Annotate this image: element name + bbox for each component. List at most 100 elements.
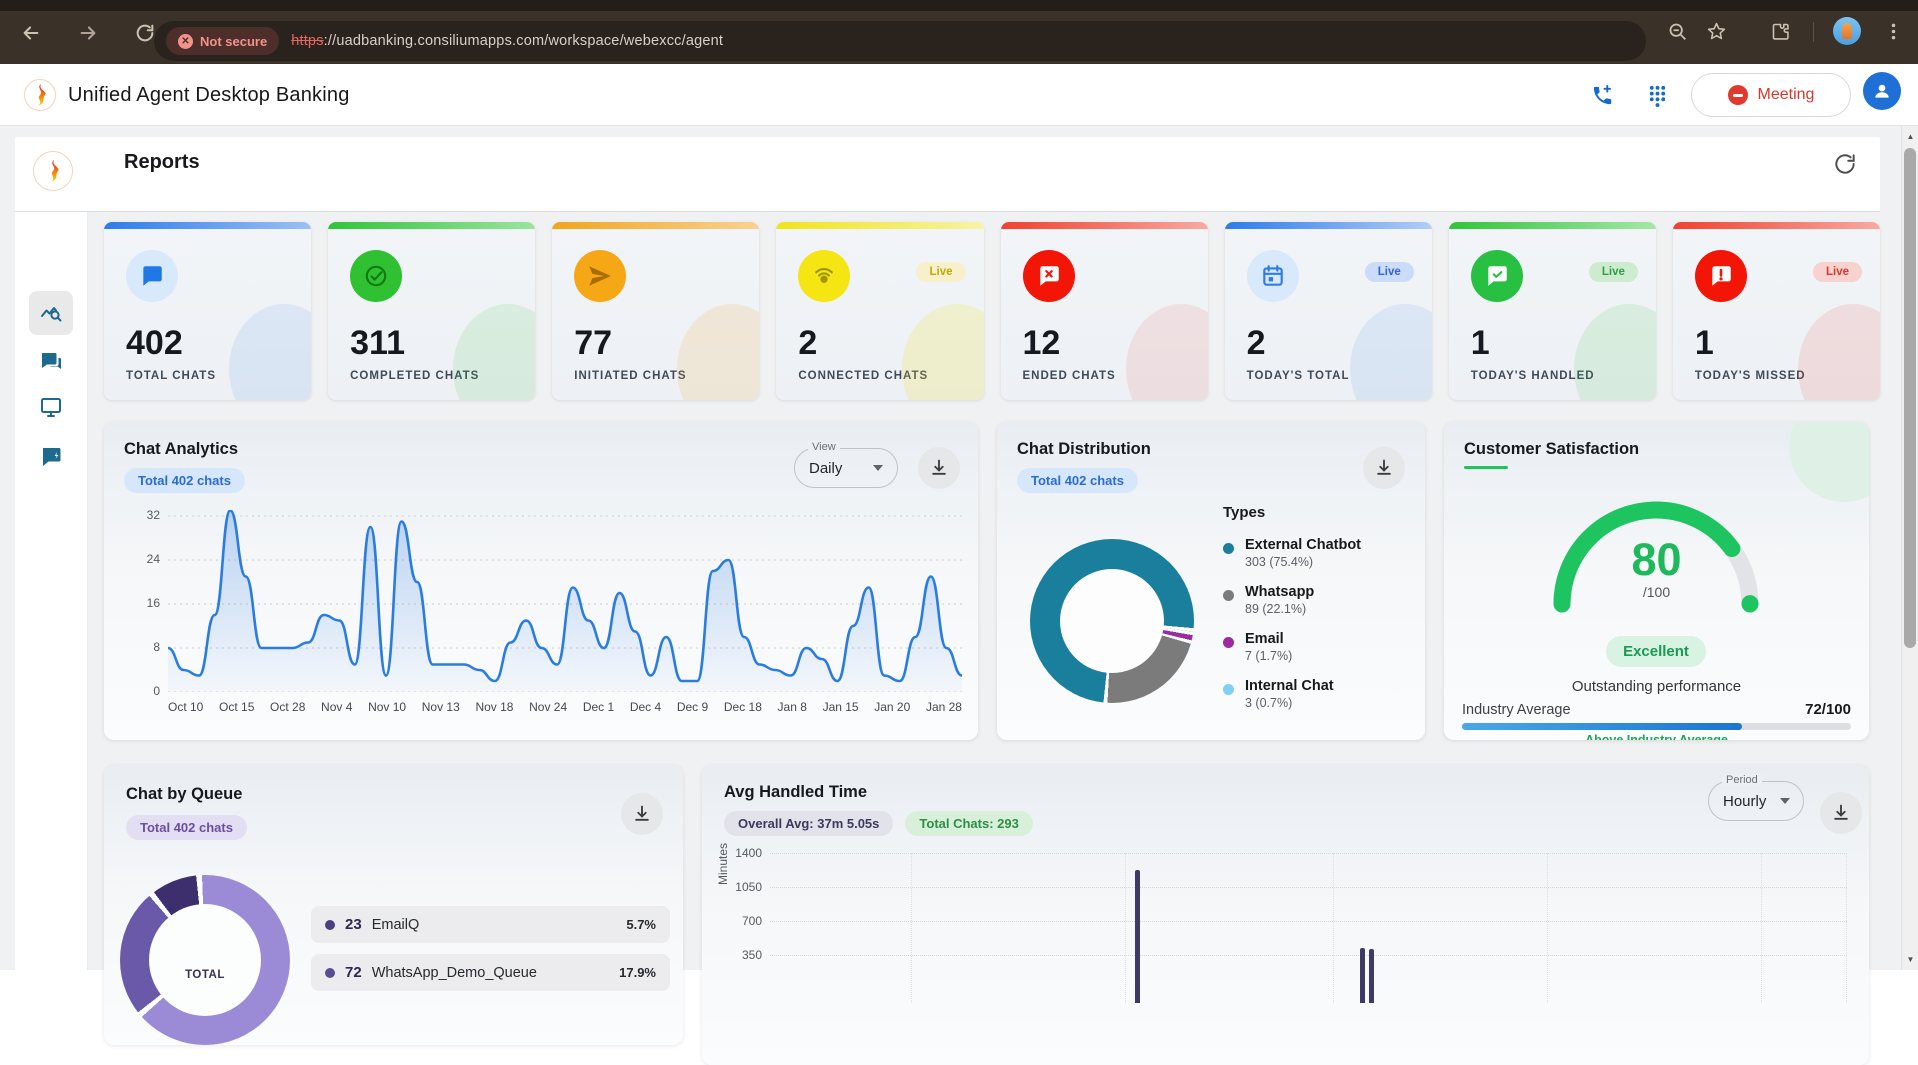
queue-percent: 17.9% [619, 965, 656, 980]
y-tick-label: 1050 [716, 880, 762, 894]
stat-value: 2 [798, 324, 817, 363]
legend-value: 303 (75.4%) [1245, 555, 1413, 569]
workspace: Reports 402TOTAL CHATS311COMPLETED CHATS… [0, 126, 1918, 970]
monitor-icon [39, 395, 63, 419]
panel-title: Chat Analytics [124, 440, 238, 459]
browser-profile-avatar[interactable] [1833, 17, 1861, 45]
stat-label: TODAY'S MISSED [1695, 370, 1806, 382]
app-header: Unified Agent Desktop Banking Meeting [0, 64, 1918, 126]
panel-title: Chat Distribution [1017, 440, 1151, 459]
panel-title: Avg Handled Time [724, 783, 867, 802]
chat-analytics-panel: Chat Analytics Total 402 chats View Dail… [104, 422, 978, 740]
panel-title: Chat by Queue [126, 785, 242, 804]
extensions-icon[interactable] [1770, 21, 1791, 42]
zoom-icon[interactable] [1667, 21, 1688, 42]
x-tick-label: Jan 28 [926, 700, 962, 714]
queue-name: WhatsApp_Demo_Queue [372, 965, 537, 981]
legend-dot [325, 920, 335, 930]
sidebar-logo-flame-icon [33, 151, 73, 191]
sidebar [15, 212, 88, 970]
total-chats-badge: Total 402 chats [126, 815, 247, 840]
chat-by-queue-panel: Chat by Queue Total 402 chats TOTAL 23Em… [104, 765, 683, 1045]
download-button[interactable] [918, 447, 960, 489]
total-chats-badge: Total 402 chats [124, 468, 245, 493]
not-secure-badge[interactable]: ✕ Not secure [166, 27, 279, 55]
card-accent-bar [1449, 222, 1656, 229]
card-accent-bar [552, 222, 759, 229]
agent-profile-button[interactable] [1863, 72, 1901, 110]
call-add-icon[interactable] [1591, 84, 1614, 107]
chat-flash-icon [39, 445, 63, 469]
scroll-up-icon[interactable]: ▲ [1902, 128, 1918, 145]
stat-value: 311 [350, 324, 405, 363]
donut-center-label: TOTAL [185, 969, 225, 981]
stat-value: 2 [1247, 324, 1266, 363]
legend-item: Whatsapp 89 (22.1%) [1223, 584, 1413, 616]
browser-menu-icon[interactable] [1883, 21, 1904, 42]
scroll-down-icon[interactable]: ▼ [1902, 951, 1918, 968]
reload-icon[interactable] [134, 22, 156, 44]
card-decoration [677, 304, 759, 400]
x-tick-label: Oct 28 [270, 700, 305, 714]
x-tick-label: Dec 1 [583, 700, 614, 714]
view-select-value: Daily [809, 460, 842, 477]
y-tick-label: 1400 [716, 846, 762, 860]
y-tick-label: 0 [120, 684, 160, 698]
forward-icon[interactable] [77, 22, 99, 44]
x-tick-label: Dec 18 [724, 700, 762, 714]
address-bar[interactable]: ✕ Not secure https://uadbanking.consiliu… [154, 21, 1646, 61]
queue-count: 72 [345, 964, 362, 981]
y-tick-label: 350 [716, 948, 762, 962]
view-select[interactable]: View Daily [794, 448, 898, 488]
download-icon [929, 458, 949, 478]
download-button[interactable] [1363, 447, 1405, 489]
page-scrollbar[interactable]: ▲ ▼ [1901, 126, 1918, 970]
bookmark-star-icon[interactable] [1706, 21, 1727, 42]
legend-value: 7 (1.7%) [1245, 649, 1413, 663]
sidebar-item-monitor[interactable] [29, 385, 73, 429]
industry-average-bar [1462, 723, 1851, 730]
period-select[interactable]: Period Hourly [1708, 781, 1804, 821]
meeting-button[interactable]: Meeting [1691, 73, 1851, 117]
chevron-down-icon [1780, 798, 1790, 804]
live-badge: Live [1365, 262, 1414, 282]
browser-chrome: ✕ Not secure https://uadbanking.consiliu… [0, 0, 1918, 64]
x-tick-label: Jan 20 [874, 700, 910, 714]
chat-icon [126, 250, 178, 302]
queue-row: 23EmailQ5.7% [311, 906, 670, 943]
period-select-value: Hourly [1723, 793, 1766, 810]
overall-avg-badge: Overall Avg: 37m 5.05s [724, 811, 893, 836]
y-tick-label: 32 [120, 508, 160, 522]
stat-label: ENDED CHATS [1023, 370, 1116, 382]
x-tick-label: Oct 15 [219, 700, 254, 714]
stat-card: 77INITIATED CHATS [552, 222, 759, 400]
download-button[interactable] [621, 793, 663, 835]
stat-value: 12 [1023, 324, 1061, 363]
url-scheme: https [291, 33, 323, 49]
scrollbar-thumb[interactable] [1904, 148, 1916, 648]
stat-card: Live1TODAY'S MISSED [1673, 222, 1880, 400]
card-accent-bar [1001, 222, 1208, 229]
meeting-label: Meeting [1758, 86, 1815, 104]
total-chats-badge: Total 402 chats [1017, 468, 1138, 493]
dialpad-icon[interactable] [1646, 84, 1669, 107]
legend-dot [1223, 684, 1234, 695]
x-tick-label: Dec 4 [630, 700, 661, 714]
legend-dot [325, 968, 335, 978]
chat-missed-icon [1695, 250, 1747, 302]
x-tick-label: Nov 24 [529, 700, 567, 714]
app-title: Unified Agent Desktop Banking [68, 84, 350, 107]
legend-item: External Chatbot303 (75.4%) [1223, 537, 1413, 569]
back-icon[interactable] [20, 22, 42, 44]
sidebar-item-chats[interactable] [29, 340, 73, 384]
sidebar-item-reports[interactable] [29, 291, 73, 335]
card-accent-bar [776, 222, 983, 229]
sidebar-item-quick-chat[interactable] [29, 435, 73, 479]
stat-value: 402 [126, 324, 183, 363]
refresh-icon[interactable] [1832, 151, 1858, 177]
download-button[interactable] [1820, 792, 1862, 834]
legend-label: Whatsapp [1245, 584, 1413, 600]
rating-badge: Excellent [1606, 636, 1706, 667]
chat-conversations-icon [39, 350, 63, 374]
legend-value: 89 (22.1%) [1245, 602, 1413, 616]
